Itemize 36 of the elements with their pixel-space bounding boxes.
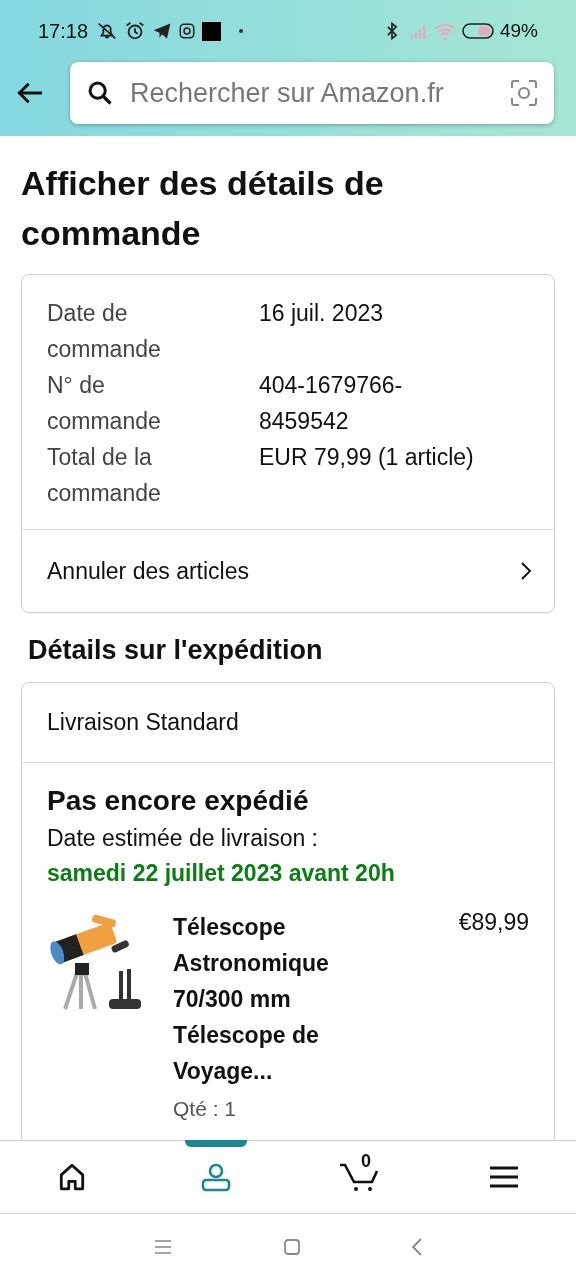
- chevron-icon: [520, 561, 532, 581]
- search-field[interactable]: Rechercher sur Amazon.fr: [128, 76, 496, 110]
- menu-icon: [490, 1165, 518, 1189]
- detail-value: 16 juil. 2023: [259, 299, 385, 328]
- detail-label: Date de commande: [47, 299, 162, 364]
- camera-icon: [178, 22, 197, 40]
- shipment-status: Pas encore expédié: [47, 785, 310, 817]
- search-bar[interactable]: Rechercher sur Amazon.fr: [70, 62, 554, 124]
- person-icon: [200, 1161, 232, 1193]
- product-quantity: Qté : 1: [173, 1097, 238, 1121]
- home-icon: [57, 1162, 87, 1192]
- page-title: Afficher des détails de commande: [21, 163, 385, 254]
- square-icon: [202, 21, 222, 41]
- delivery-estimate-label: Date estimée de livraison :: [47, 825, 319, 852]
- back-icon[interactable]: [412, 1238, 422, 1256]
- dot-icon: [239, 29, 244, 33]
- shipping-method: Livraison Standard: [22, 683, 554, 763]
- camera-scan-icon[interactable]: [510, 79, 538, 107]
- recents-icon[interactable]: [154, 1240, 172, 1254]
- cart-tab[interactable]: 0: [333, 1141, 387, 1213]
- detail-value: 404-1679766-8459542: [259, 371, 404, 436]
- cancel-items-link[interactable]: Annuler des articles: [22, 529, 554, 612]
- bell-off-icon: [96, 20, 119, 42]
- detail-label: Total de la commande: [47, 443, 162, 508]
- product-price: €89,99: [458, 909, 529, 937]
- detail-label: N° de commande: [47, 371, 162, 436]
- section-heading: Détails sur l'expédition: [28, 635, 324, 666]
- search-icon: [86, 79, 114, 107]
- detail-value: EUR 79,99 (1 article): [259, 443, 475, 472]
- battery-icon: [461, 23, 494, 39]
- product-title[interactable]: Télescope Astronomique 70/300 mm Télescope de Voyage...: [173, 909, 363, 1089]
- paper-plane-icon: [152, 21, 173, 41]
- battery-percent: 49%: [499, 20, 538, 42]
- status-time: 17:18: [38, 19, 89, 43]
- home-icon[interactable]: [284, 1239, 300, 1255]
- delivery-date: samedi 22 juillet 2023 avant 20h: [47, 860, 396, 887]
